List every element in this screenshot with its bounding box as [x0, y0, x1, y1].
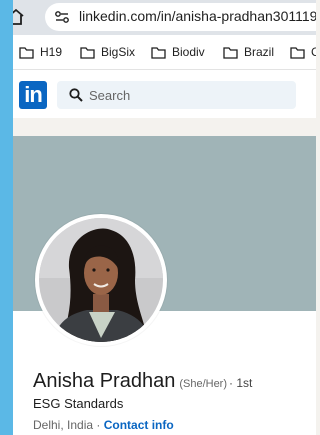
bookmarks-bar: H19 BigSix Biodiv Brazil C	[13, 35, 316, 70]
pronouns: (She/Her)	[179, 378, 228, 390]
contact-info-link[interactable]: Contact info	[104, 418, 174, 432]
browser-window: linkedin.com/in/anisha-pradhan3011199 H1…	[13, 0, 316, 435]
name-row: Anisha Pradhan (She/Her) · 1st	[33, 370, 252, 393]
bookmark-label: C	[311, 45, 316, 59]
site-settings-icon[interactable]	[54, 9, 70, 25]
avatar[interactable]	[35, 214, 167, 346]
bookmark-label: Biodiv	[172, 45, 205, 59]
address-bar-row: linkedin.com/in/anisha-pradhan3011199	[13, 0, 316, 35]
profile-headline: ESG Standards	[33, 396, 124, 411]
folder-icon	[19, 46, 34, 59]
bookmark-h19[interactable]: H19	[19, 43, 62, 61]
home-icon[interactable]	[13, 7, 25, 27]
profile-card: Anisha Pradhan (She/Her) · 1st ESG Stand…	[13, 136, 316, 435]
linkedin-logo[interactable]: in	[19, 81, 47, 109]
location-text: Delhi, India ·	[33, 418, 101, 432]
bookmark-label: Brazil	[244, 45, 275, 59]
folder-icon	[151, 46, 166, 59]
profile-name: Anisha Pradhan	[33, 370, 176, 392]
bookmark-brazil[interactable]: Brazil	[223, 43, 274, 61]
bookmark-label: H19	[40, 45, 63, 59]
url-text[interactable]: linkedin.com/in/anisha-pradhan3011199	[79, 8, 316, 24]
side-strip	[0, 0, 13, 435]
connection-degree: · 1st	[229, 376, 253, 390]
folder-icon	[80, 46, 95, 59]
folder-icon	[290, 46, 305, 59]
search-box[interactable]	[57, 81, 296, 109]
search-input[interactable]	[89, 87, 289, 103]
bookmark-label: BigSix	[101, 45, 136, 59]
address-bar[interactable]: linkedin.com/in/anisha-pradhan3011199	[45, 3, 316, 31]
bookmark-biodiv[interactable]: Biodiv	[151, 43, 205, 61]
bookmark-c[interactable]: C	[290, 43, 316, 61]
folder-icon	[223, 46, 238, 59]
bookmark-bigsix[interactable]: BigSix	[80, 43, 135, 61]
search-icon	[69, 88, 83, 102]
location-row: Delhi, India · Contact info	[33, 418, 174, 432]
linkedin-header: in	[13, 70, 316, 118]
